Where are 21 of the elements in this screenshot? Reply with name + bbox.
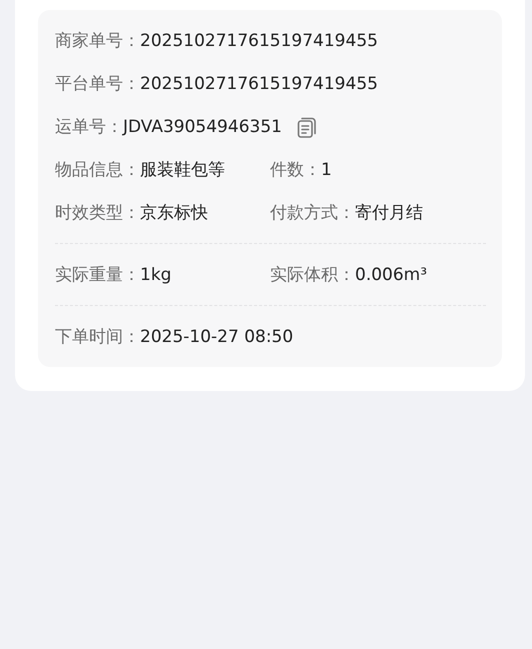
field-label: 物品信息：: [55, 158, 140, 182]
field-label: 商家单号：: [55, 30, 140, 52]
field-value: 2025102717615197419455: [140, 30, 378, 52]
field-value: 2025102717615197419455: [140, 72, 378, 96]
field-value: 寄付月结: [355, 202, 423, 224]
field-label: 付款方式：: [270, 202, 355, 224]
field-label: 实际体积：: [270, 264, 355, 286]
field-label: 实际重量：: [55, 264, 140, 286]
field-value: 0.006m³: [355, 264, 428, 286]
field-label: 下单时间：: [55, 326, 140, 348]
field-label: 时效类型：: [55, 202, 140, 224]
field-value: 京东标快: [140, 202, 208, 224]
field-value: 2025-10-27 08:50: [140, 326, 294, 348]
field-value: 服装鞋包等: [140, 158, 225, 182]
field-value: JDVA39054946351: [123, 116, 282, 138]
copy-icon[interactable]: [296, 114, 318, 138]
field-label: 平台单号：: [55, 72, 140, 96]
field-value: 1kg: [140, 264, 172, 286]
field-value: 1: [321, 158, 332, 182]
field-label: 运单号：: [55, 116, 123, 138]
field-label: 件数：: [270, 158, 321, 182]
